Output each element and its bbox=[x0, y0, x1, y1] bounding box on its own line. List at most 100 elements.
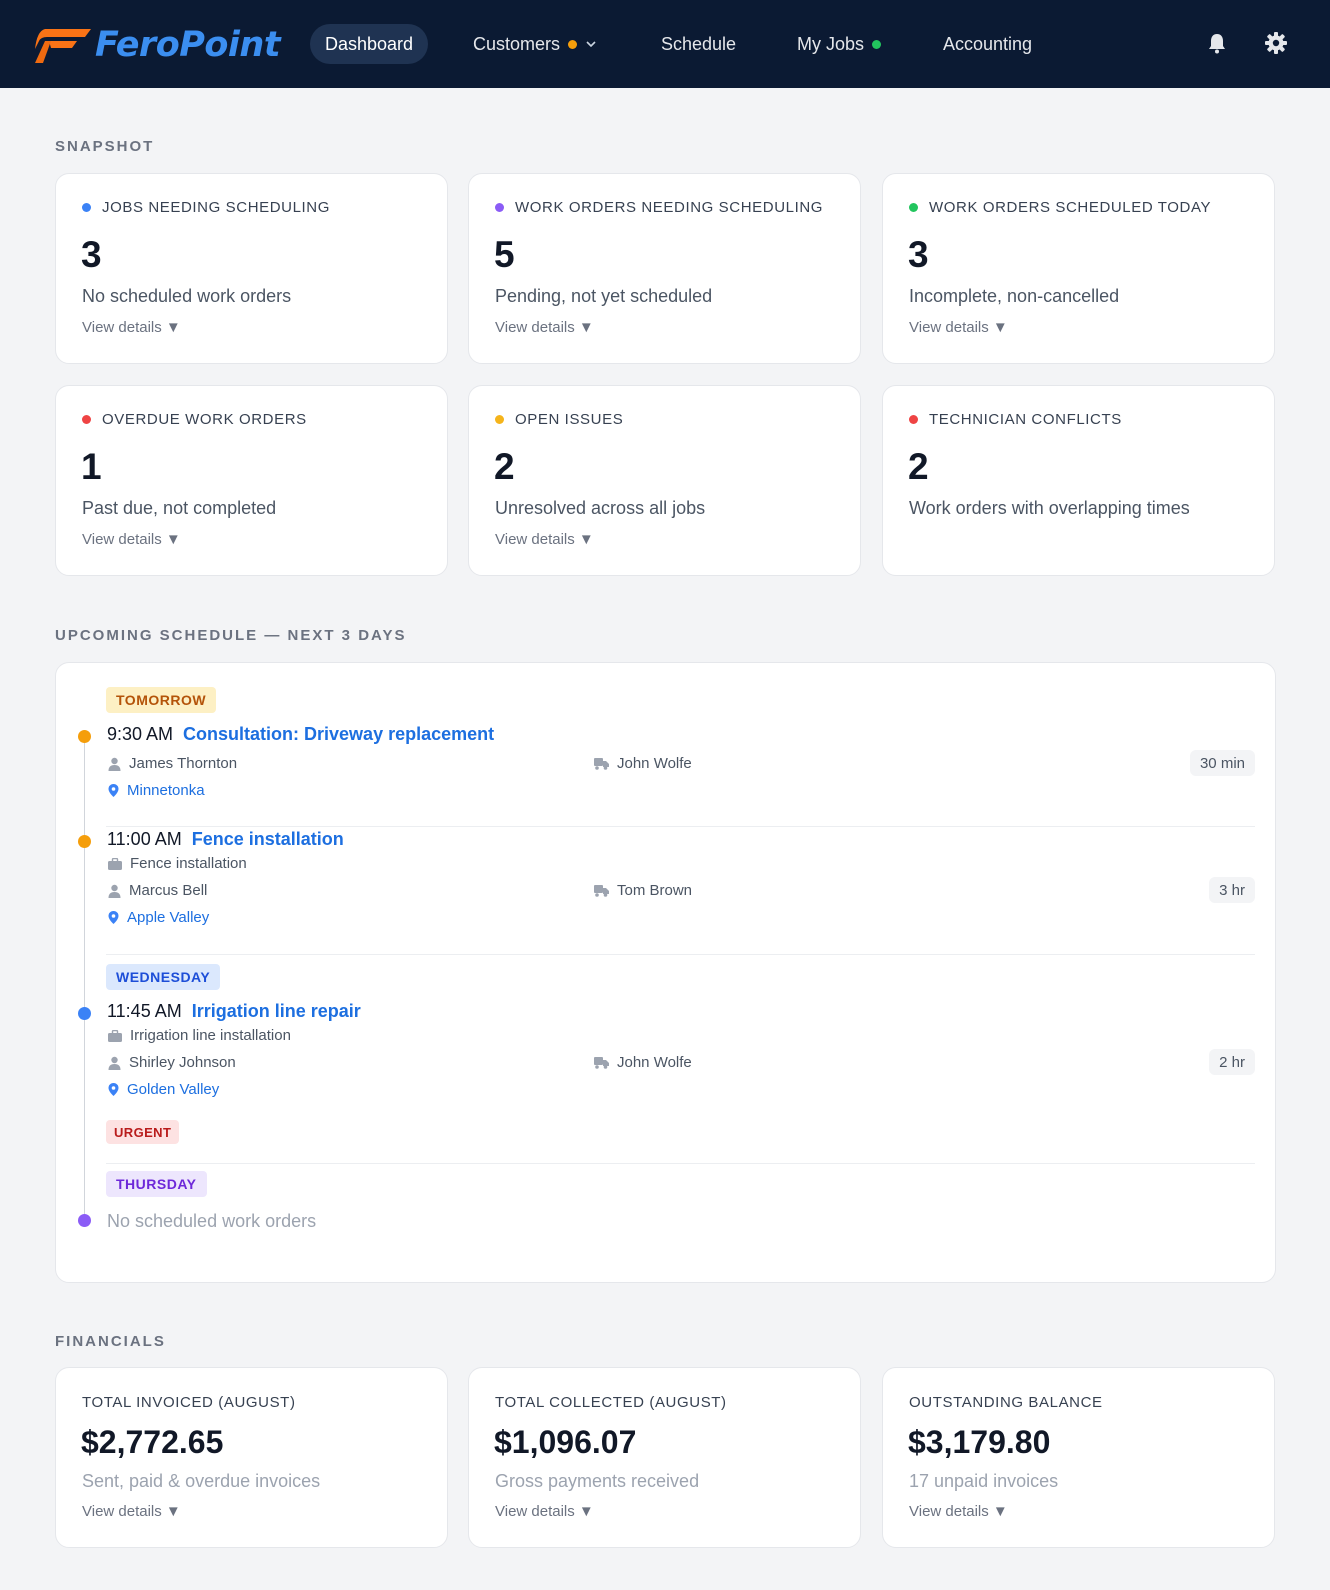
snapshot-section-title: SNAPSHOT bbox=[55, 138, 155, 155]
nav-my-jobs[interactable]: My Jobs bbox=[797, 24, 882, 64]
financials-section-title: FINANCIALS bbox=[55, 1333, 166, 1350]
customers-notification-dot bbox=[568, 39, 578, 49]
card-label: TOTAL COLLECTED (AUGUST) bbox=[495, 1394, 727, 1411]
person-icon bbox=[108, 757, 121, 771]
entry-job-link[interactable]: Fence installation bbox=[192, 829, 344, 850]
notifications-bell-icon[interactable] bbox=[1203, 29, 1231, 57]
card-label: TOTAL INVOICED (AUGUST) bbox=[82, 1394, 296, 1411]
technician-name: John Wolfe bbox=[617, 755, 692, 772]
truck-icon bbox=[594, 885, 609, 897]
chevron-down-icon bbox=[586, 38, 596, 50]
card-subtitle: Gross payments received bbox=[495, 1471, 700, 1491]
entry-job-link[interactable]: Irrigation line repair bbox=[192, 1001, 361, 1022]
urgent-badge: URGENT bbox=[106, 1120, 180, 1144]
truck-icon bbox=[594, 758, 609, 770]
job-type: Irrigation line installation bbox=[130, 1027, 291, 1044]
map-pin-icon bbox=[108, 1083, 119, 1096]
nav-dashboard-label: Dashboard bbox=[325, 33, 414, 54]
entry-time: 11:00 AM bbox=[107, 829, 182, 849]
brand-name: FeroPoint bbox=[95, 25, 281, 65]
view-details-link[interactable]: View details ▼ bbox=[82, 1503, 181, 1520]
view-details-link[interactable]: View details ▼ bbox=[495, 1503, 594, 1520]
entry-job-type: Fence installation bbox=[108, 855, 247, 872]
card-value: 3 bbox=[81, 234, 102, 275]
card-label: OVERDUE WORK ORDERS bbox=[102, 411, 307, 428]
location-link[interactable]: Golden Valley bbox=[127, 1081, 219, 1098]
nav-accounting-label: Accounting bbox=[943, 33, 1033, 54]
card-value: $1,096.07 bbox=[494, 1424, 637, 1460]
card-value: 5 bbox=[494, 234, 515, 275]
entry-customer: James Thornton bbox=[108, 755, 237, 772]
card-subtitle: Incomplete, non-cancelled bbox=[909, 286, 1120, 306]
card-label: WORK ORDERS SCHEDULED TODAY bbox=[929, 199, 1212, 216]
card-subtitle: 17 unpaid invoices bbox=[909, 1471, 1059, 1491]
card-subtitle: Work orders with overlapping times bbox=[909, 498, 1190, 518]
view-details-link[interactable]: View details ▼ bbox=[82, 319, 181, 336]
nav-dashboard[interactable]: Dashboard bbox=[310, 24, 429, 64]
entry-technician: John Wolfe bbox=[594, 755, 692, 772]
status-dot bbox=[495, 203, 504, 212]
nav-customers[interactable]: Customers bbox=[473, 24, 596, 64]
feropoint-logo-icon bbox=[35, 29, 91, 63]
nav-schedule-label: Schedule bbox=[661, 33, 737, 54]
brand-logo[interactable]: FeroPoint bbox=[33, 24, 281, 66]
person-icon bbox=[108, 884, 121, 898]
entry-location: Apple Valley bbox=[108, 909, 209, 926]
financial-card-total-invoiced: TOTAL INVOICED (AUGUST) $2,772.65 Sent, … bbox=[55, 1367, 448, 1548]
entry-job-link[interactable]: Consultation: Driveway replacement bbox=[183, 724, 494, 745]
schedule-entry-title: 11:00 AM Fence installation bbox=[107, 829, 344, 850]
settings-gear-icon[interactable] bbox=[1262, 29, 1290, 57]
entry-divider bbox=[106, 826, 1255, 827]
my-jobs-status-dot bbox=[872, 39, 882, 49]
snapshot-card-work-orders-scheduled-today: WORK ORDERS SCHEDULED TODAY 3 Incomplete… bbox=[882, 173, 1275, 364]
day-badge-tomorrow: TOMORROW bbox=[106, 687, 217, 713]
timeline-dot bbox=[78, 730, 91, 743]
view-details-link[interactable]: View details ▼ bbox=[495, 319, 594, 336]
day-divider bbox=[106, 1163, 1255, 1164]
card-subtitle: Unresolved across all jobs bbox=[495, 498, 706, 518]
status-dot bbox=[909, 203, 918, 212]
entry-time: 9:30 AM bbox=[107, 724, 174, 744]
financial-card-total-collected: TOTAL COLLECTED (AUGUST) $1,096.07 Gross… bbox=[468, 1367, 861, 1548]
entry-job-type: Irrigation line installation bbox=[108, 1027, 291, 1044]
empty-schedule-text: No scheduled work orders bbox=[107, 1211, 317, 1231]
nav-accounting[interactable]: Accounting bbox=[943, 24, 1032, 64]
card-subtitle: No scheduled work orders bbox=[82, 286, 292, 306]
location-link[interactable]: Apple Valley bbox=[127, 909, 209, 926]
snapshot-card-open-issues: OPEN ISSUES 2 Unresolved across all jobs… bbox=[468, 385, 861, 576]
location-link[interactable]: Minnetonka bbox=[127, 782, 205, 799]
card-value: $2,772.65 bbox=[81, 1424, 224, 1460]
nav-customers-label: Customers bbox=[473, 33, 561, 54]
map-pin-icon bbox=[108, 911, 119, 924]
entry-technician: John Wolfe bbox=[594, 1054, 692, 1071]
truck-icon bbox=[594, 1057, 609, 1069]
duration-badge: 2 hr bbox=[1209, 1049, 1255, 1075]
view-details-link[interactable]: View details ▼ bbox=[495, 531, 594, 548]
entry-location: Golden Valley bbox=[108, 1081, 219, 1098]
job-type: Fence installation bbox=[130, 855, 247, 872]
card-label: WORK ORDERS NEEDING SCHEDULING bbox=[515, 199, 824, 216]
entry-customer: Shirley Johnson bbox=[108, 1054, 236, 1071]
view-details-link[interactable]: View details ▼ bbox=[909, 319, 1008, 336]
status-dot bbox=[82, 415, 91, 424]
top-nav-bar: FeroPoint Dashboard Customers Schedule M… bbox=[0, 0, 1330, 88]
entry-technician: Tom Brown bbox=[594, 882, 692, 899]
card-value: 3 bbox=[908, 234, 929, 275]
duration-badge: 3 hr bbox=[1209, 877, 1255, 903]
view-details-link[interactable]: View details ▼ bbox=[909, 1503, 1008, 1520]
technician-name: John Wolfe bbox=[617, 1054, 692, 1071]
view-details-link[interactable]: View details ▼ bbox=[82, 531, 181, 548]
timeline-dot bbox=[78, 1214, 91, 1227]
entry-time: 11:45 AM bbox=[107, 1001, 182, 1021]
snapshot-card-overdue-work-orders: OVERDUE WORK ORDERS 1 Past due, not comp… bbox=[55, 385, 448, 576]
timeline-dot bbox=[78, 1007, 91, 1020]
snapshot-card-technician-conflicts: TECHNICIAN CONFLICTS 2 Work orders with … bbox=[882, 385, 1275, 576]
nav-my-jobs-label: My Jobs bbox=[797, 33, 865, 54]
card-value: $3,179.80 bbox=[908, 1424, 1051, 1460]
technician-name: Tom Brown bbox=[617, 882, 693, 899]
timeline-line bbox=[84, 739, 85, 1224]
nav-schedule[interactable]: Schedule bbox=[661, 24, 736, 64]
customer-name: James Thornton bbox=[129, 755, 238, 772]
card-value: 2 bbox=[494, 446, 515, 487]
duration-badge: 30 min bbox=[1189, 750, 1255, 776]
